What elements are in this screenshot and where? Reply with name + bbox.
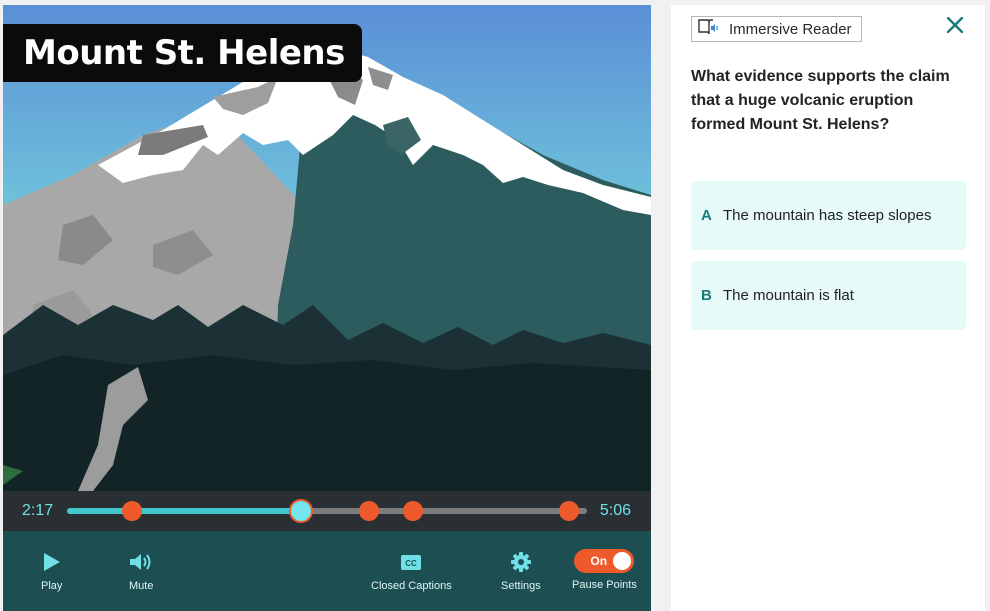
answer-option-a[interactable]: A The mountain has steep slopes (691, 181, 966, 250)
progress-track[interactable] (67, 499, 587, 523)
question-text: What evidence supports the claim that a … (691, 68, 950, 133)
pause-point-marker[interactable] (358, 501, 379, 521)
answer-text: The mountain is flat (723, 287, 854, 304)
pause-points-toggle[interactable]: On Pause Points (572, 549, 637, 591)
play-button[interactable]: Play (41, 551, 62, 592)
settings-label: Settings (501, 580, 541, 592)
toggle-switch[interactable]: On (574, 549, 635, 573)
question-panel: Immersive Reader What evidence supports … (671, 5, 985, 611)
cc-icon-text: CC (406, 559, 418, 568)
gear-icon (510, 551, 531, 573)
scrubber-bar[interactable]: 2:17 5:06 (3, 491, 651, 531)
answer-text: The mountain has steep slopes (723, 207, 932, 224)
settings-button[interactable]: Settings (501, 551, 541, 592)
toggle-wrapper: On (574, 549, 635, 573)
total-time: 5:06 (599, 502, 631, 519)
pause-point-marker[interactable] (558, 501, 579, 521)
toggle-state: On (590, 554, 608, 568)
closed-captions-icon: CC (401, 551, 422, 573)
toggle-knob (613, 552, 632, 570)
video-player[interactable]: Mount St. Helens 2:17 5:06 Play Mute CC … (3, 5, 651, 611)
closed-captions-label: Closed Captions (371, 580, 452, 592)
playhead-handle[interactable] (289, 499, 313, 523)
close-icon[interactable] (946, 16, 964, 38)
answer-letter: B (701, 287, 712, 304)
immersive-reader-label: Immersive Reader (729, 20, 852, 38)
play-label: Play (41, 580, 63, 592)
control-bar: Play Mute CC Closed Captions Settings On… (3, 531, 651, 611)
immersive-reader-icon (698, 18, 720, 41)
mute-label: Mute (129, 580, 154, 592)
play-icon (43, 551, 61, 573)
closed-captions-button[interactable]: CC Closed Captions (371, 551, 452, 592)
video-title: Mount St. Helens (3, 24, 362, 82)
mute-button[interactable]: Mute (129, 551, 153, 592)
pause-points-label: Pause Points (572, 579, 637, 591)
immersive-reader-button[interactable]: Immersive Reader (691, 16, 862, 42)
current-time: 2:17 (22, 502, 54, 519)
pause-point-marker[interactable] (122, 501, 142, 521)
progress-fill (67, 508, 301, 514)
answer-option-b[interactable]: B The mountain is flat (691, 261, 966, 330)
speaker-icon (129, 551, 153, 573)
pause-point-marker[interactable] (402, 501, 423, 521)
answer-letter: A (701, 207, 712, 224)
